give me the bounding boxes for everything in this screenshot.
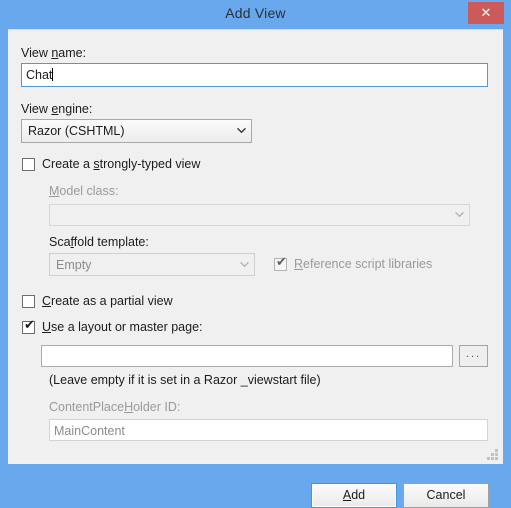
text-caret (52, 68, 54, 81)
strongly-typed-checkbox[interactable]: Create a strongly-typed view (22, 157, 200, 171)
use-layout-label: Use a layout or master page: (42, 320, 203, 334)
chevron-down-icon (234, 254, 254, 275)
title-bar: Add View ✕ (0, 0, 511, 29)
resize-grip[interactable] (486, 448, 499, 461)
layout-hint-text: (Leave empty if it is set in a Razor _vi… (49, 373, 321, 387)
view-name-input[interactable]: Chat (21, 63, 488, 87)
partial-view-checkbox[interactable]: Create as a partial view (22, 294, 173, 308)
model-class-label: Model class: (49, 184, 119, 198)
view-engine-select[interactable]: Razor (CSHTML) (21, 119, 252, 143)
checkbox-box (22, 157, 35, 171)
view-engine-label: View engine: (21, 102, 93, 116)
dialog-body: View name: Chat View engine: Razor (CSHT… (8, 29, 503, 508)
checkbox-box: ✔ (274, 254, 287, 271)
checkbox-box (22, 294, 35, 308)
browse-layout-button[interactable]: ... (459, 345, 488, 367)
content-placeholder-label: ContentPlaceHolder ID: (49, 400, 181, 414)
checkbox-box: ✔ (22, 317, 35, 334)
reference-script-libraries-label: Reference script libraries (294, 257, 433, 271)
add-button[interactable]: Add (311, 483, 397, 508)
view-name-label: View name: (21, 46, 87, 60)
chevron-down-icon (449, 205, 469, 225)
layout-path-input[interactable] (41, 345, 453, 367)
check-icon: ✔ (276, 254, 287, 270)
chevron-down-icon (231, 120, 251, 142)
view-engine-value: Razor (CSHTML) (28, 124, 125, 138)
strongly-typed-label: Create a strongly-typed view (42, 157, 201, 171)
cancel-button[interactable]: Cancel (403, 483, 489, 508)
use-layout-checkbox[interactable]: ✔ Use a layout or master page: (22, 317, 203, 334)
partial-view-label: Create as a partial view (42, 294, 173, 308)
scaffold-template-label: Scaffold template: (49, 235, 149, 249)
reference-script-libraries-checkbox[interactable]: ✔ Reference script libraries (274, 254, 433, 271)
scaffold-template-value: Empty (56, 258, 92, 272)
check-icon: ✔ (24, 317, 35, 333)
content-placeholder-input[interactable]: MainContent (49, 419, 488, 441)
add-view-dialog: Add View ✕ View name: Chat View engine: … (0, 0, 511, 508)
page-title: Add View (225, 5, 286, 21)
scaffold-template-select[interactable]: Empty (49, 253, 255, 276)
close-icon[interactable]: ✕ (468, 2, 504, 24)
model-class-select[interactable] (49, 204, 470, 226)
